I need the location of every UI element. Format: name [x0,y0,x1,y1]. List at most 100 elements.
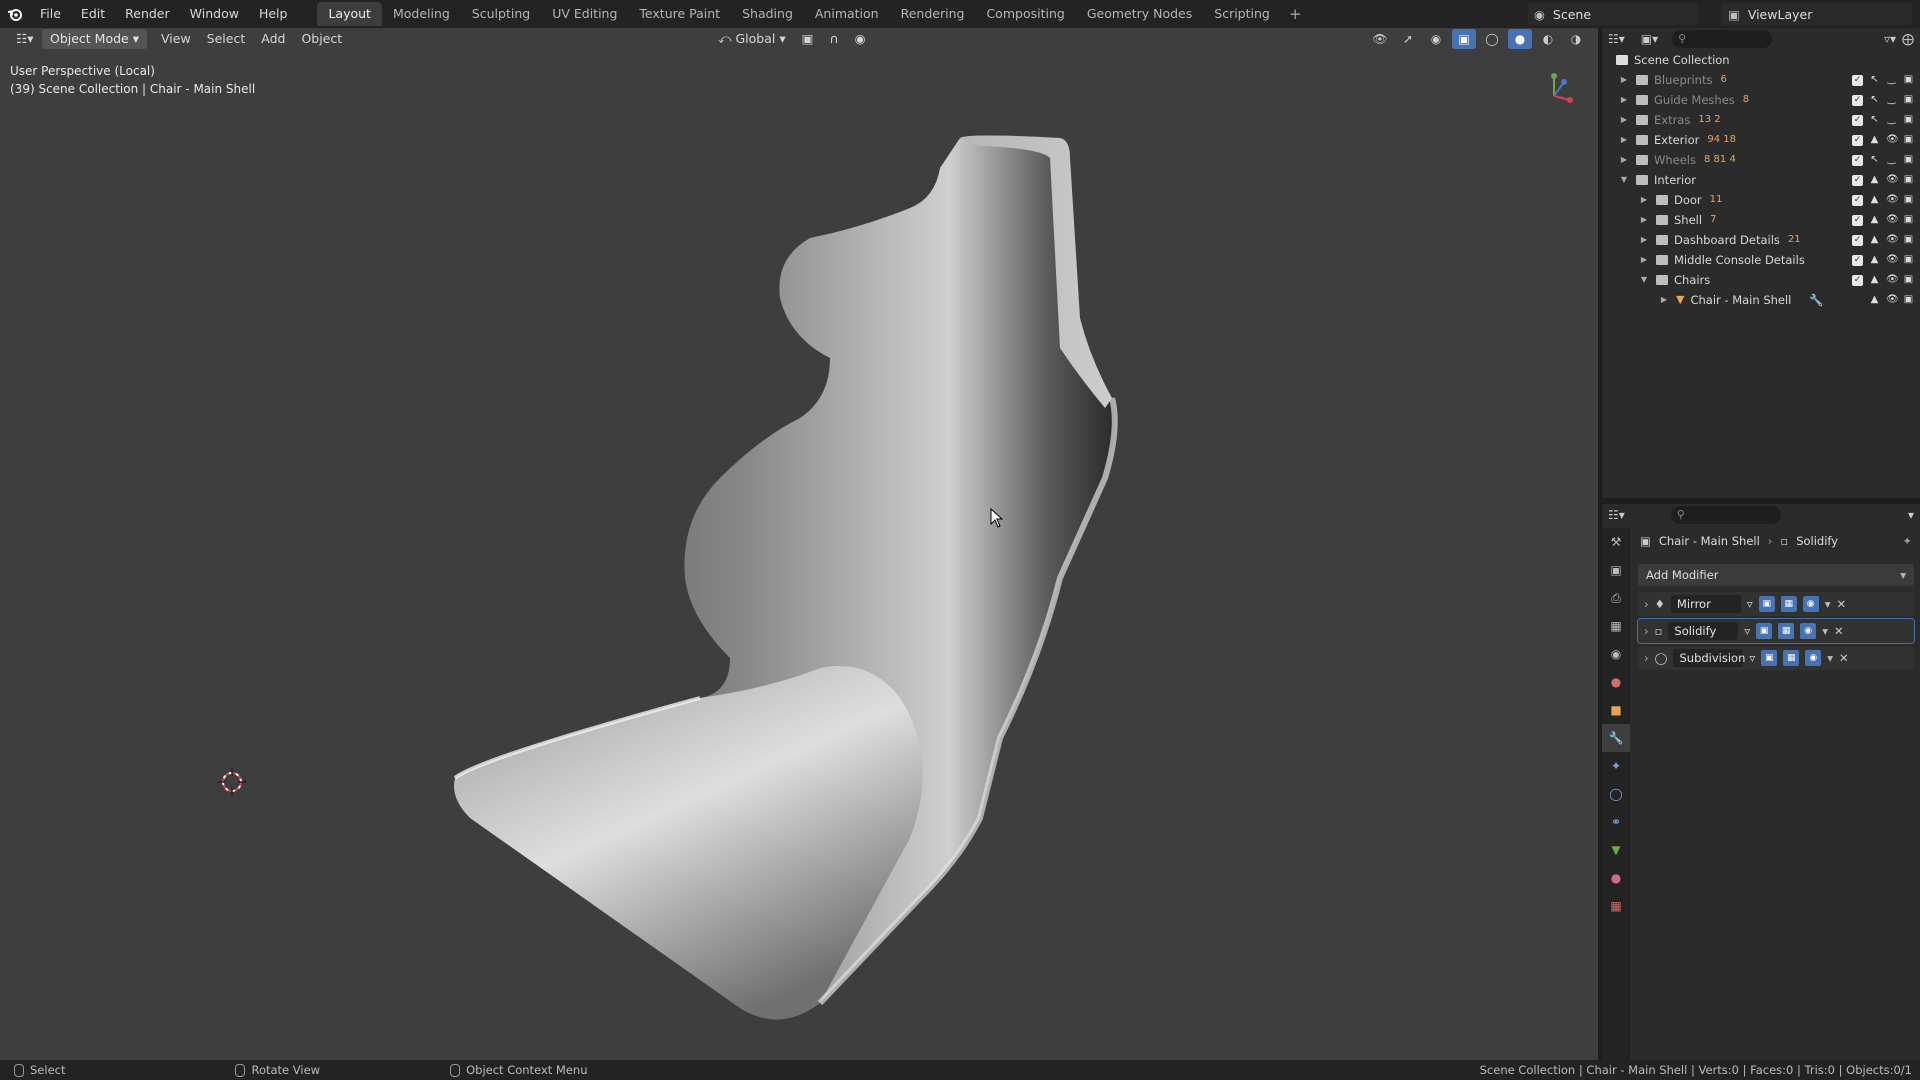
viewport-toggle-icon[interactable]: ▦ [1783,650,1800,666]
render-toggle-icon[interactable]: ◉ [1802,596,1819,612]
snap-icon[interactable]: ∩ [821,29,846,49]
pin-icon[interactable]: ✦ [1902,534,1912,548]
expand-arrow-icon[interactable]: ▶ [1638,210,1650,230]
hidden-eye-icon[interactable]: ‿ [1886,70,1897,90]
selectable-icon[interactable]: ▲ [1869,130,1880,150]
hidden-eye-icon[interactable]: ‿ [1886,150,1897,170]
render-camera-icon[interactable]: ▣ [1903,70,1914,90]
hidden-eye-icon[interactable]: ‿ [1886,110,1897,130]
viewport-toggle-icon[interactable]: ▦ [1780,596,1797,612]
xray-icon[interactable]: ▣ [1452,29,1476,49]
expand-arrow-icon[interactable]: ▶ [1638,250,1650,270]
expand-arrow-icon[interactable]: › [1644,624,1649,638]
modifier-name-field[interactable]: Mirror [1670,595,1741,613]
wireframe-shading-icon[interactable]: ◯ [1480,29,1504,49]
render-camera-icon[interactable]: ▣ [1903,250,1914,270]
output-tab-icon[interactable]: ⎙ [1602,584,1630,612]
navigation-gizmo-icon[interactable] [1538,68,1578,108]
outliner-row-door[interactable]: ▶ Door 11 ✓ ▲ 👁 ▣ [1602,190,1920,210]
expand-arrow-icon[interactable]: ▶ [1638,190,1650,210]
outliner-row-shell[interactable]: ▶ Shell 7 ✓ ▲ 👁 ▣ [1602,210,1920,230]
menu-select[interactable]: Select [199,29,254,49]
pivot-icon[interactable]: ▣ [794,29,822,49]
expand-arrow-icon[interactable]: ▶ [1618,70,1630,90]
render-camera-icon[interactable]: ▣ [1903,270,1914,290]
particles-tab-icon[interactable]: ✦ [1602,752,1630,780]
properties-editor-icon[interactable]: ☷▾ [1608,508,1625,522]
properties-search-input[interactable]: ⚲ [1670,506,1781,524]
eye-icon[interactable]: 👁 [1886,190,1899,210]
eye-icon[interactable]: 👁 [1886,210,1899,230]
expand-arrow-icon[interactable]: ▶ [1618,90,1630,110]
modifier-name-field[interactable]: Solidify [1668,622,1739,640]
menu-window[interactable]: Window [180,0,249,28]
texture-tab-icon[interactable]: ▦ [1602,892,1630,920]
edit-mode-toggle-icon[interactable]: ▣ [1758,596,1775,612]
on-cage-icon[interactable]: ▿ [1744,624,1750,638]
expand-arrow-icon[interactable]: ▶ [1618,150,1630,170]
outliner-row-exterior[interactable]: ▶ Exterior 94 18 ✓ ▲ 👁 ▣ [1602,130,1920,150]
outliner-row-chairs[interactable]: ▼ Chairs ✓ ▲ 👁 ▣ [1602,270,1920,290]
mode-dropdown[interactable]: Object Mode ▾ [42,29,147,49]
hidden-eye-icon[interactable]: ‿ [1886,90,1897,110]
on-cage-icon[interactable]: ▿ [1747,597,1753,611]
gizmo-icon[interactable]: ➚ [1396,29,1420,49]
expand-arrow-icon[interactable]: › [1644,597,1649,611]
close-icon[interactable]: ✕ [1839,651,1849,665]
chevron-down-icon[interactable]: ▾ [1822,624,1828,638]
expand-arrow-icon[interactable]: ▶ [1638,230,1650,250]
render-camera-icon[interactable]: ▣ [1903,110,1914,130]
data-tab-icon[interactable]: ▼ [1602,836,1630,864]
eye-icon[interactable]: 👁 [1886,250,1899,270]
render-camera-icon[interactable]: ▣ [1903,290,1914,310]
selectable-icon[interactable]: ▲ [1869,190,1880,210]
visibility-icon[interactable]: 👁 [1368,29,1392,49]
add-modifier-dropdown[interactable]: Add Modifier ▾ [1638,564,1914,586]
exclude-checkbox[interactable]: ✓ [1852,254,1863,266]
tab-texture-paint[interactable]: Texture Paint [628,2,731,26]
exclude-checkbox[interactable]: ✓ [1852,214,1863,226]
menu-object[interactable]: Object [293,29,350,49]
outliner-row-wheels[interactable]: ▶ Wheels 8 81 4 ✓ ↖ ‿ ▣ [1602,150,1920,170]
menu-help[interactable]: Help [249,0,298,28]
display-mode-icon[interactable]: ▣▾ [1641,32,1658,46]
exclude-checkbox[interactable]: ✓ [1852,234,1863,246]
view-layer-tab-icon[interactable]: ▦ [1602,612,1630,640]
chair-main-shell-mesh[interactable] [440,98,1140,1048]
outliner-scene-collection[interactable]: Scene Collection [1602,50,1920,70]
selectable-icon[interactable]: ↖ [1869,150,1880,170]
render-camera-icon[interactable]: ▣ [1903,210,1914,230]
3d-viewport[interactable]: ☷▾ Object Mode ▾ View Select Add Object … [0,28,1598,1060]
scene-selector[interactable]: ◉ Scene [1528,3,1698,25]
view-layer-selector[interactable]: ▣ ViewLayer [1722,3,1912,25]
menu-view[interactable]: View [153,29,199,49]
eye-icon[interactable]: 👁 [1886,290,1899,310]
selectable-icon[interactable]: ↖ [1869,70,1880,90]
menu-edit[interactable]: Edit [71,0,115,28]
material-tab-icon[interactable]: ● [1602,864,1630,892]
outliner-search-input[interactable]: ⚲ [1672,30,1773,48]
modifier-wrench-icon[interactable]: 🔧 [1809,290,1823,310]
tab-layout[interactable]: Layout [317,2,382,26]
exclude-checkbox[interactable]: ✓ [1852,154,1863,166]
exclude-checkbox[interactable]: ✓ [1852,74,1863,86]
exclude-checkbox[interactable]: ✓ [1852,134,1863,146]
modifier-tab-icon[interactable]: 🔧 [1602,724,1630,752]
exclude-checkbox[interactable]: ✓ [1852,94,1863,106]
object-tab-icon[interactable]: ■ [1602,696,1630,724]
transform-orientation-dropdown[interactable]: ⤺ Global ▾ [710,29,793,49]
exclude-checkbox[interactable]: ✓ [1852,194,1863,206]
close-icon[interactable]: ✕ [1834,624,1844,638]
selectable-icon[interactable]: ▲ [1869,290,1880,310]
add-workspace-button[interactable]: + [1281,5,1310,23]
eye-icon[interactable]: 👁 [1886,230,1899,250]
tab-uv-editing[interactable]: UV Editing [541,2,628,26]
expand-arrow-icon[interactable]: ▶ [1618,130,1630,150]
tab-animation[interactable]: Animation [804,2,890,26]
tab-compositing[interactable]: Compositing [975,2,1075,26]
outliner-editor-icon[interactable]: ☷▾ [1608,32,1625,46]
render-camera-icon[interactable]: ▣ [1903,230,1914,250]
tab-shading[interactable]: Shading [731,2,804,26]
tab-scripting[interactable]: Scripting [1203,2,1281,26]
render-toggle-icon[interactable]: ◉ [1800,623,1817,639]
